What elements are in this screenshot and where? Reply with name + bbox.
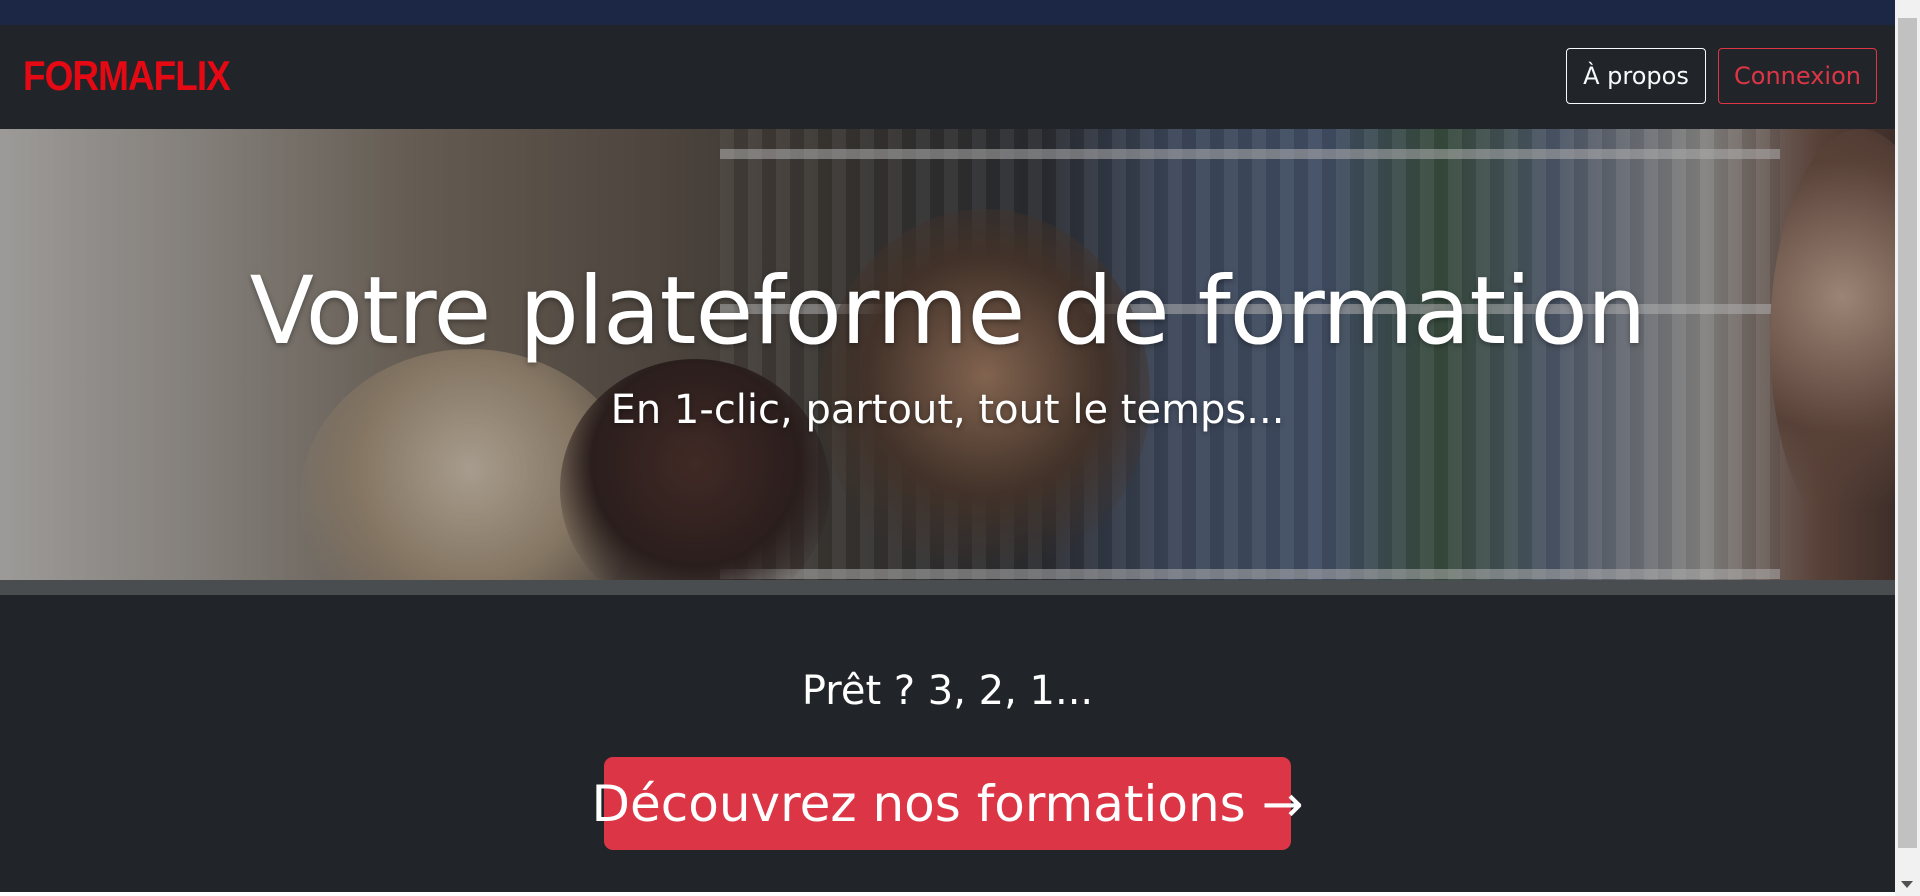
- navbar: FORMAFLIX À propos Connexion: [0, 25, 1895, 129]
- hero-subtitle: En 1-clic, partout, tout le temps...: [610, 387, 1285, 433]
- cta-heading: Prêt ? 3, 2, 1...: [801, 668, 1094, 714]
- page: FORMAFLIX À propos Connexion Votre plate…: [0, 0, 1920, 896]
- top-strip: [0, 0, 1895, 25]
- hero-divider: [0, 580, 1895, 595]
- logo[interactable]: FORMAFLIX: [23, 53, 231, 100]
- hero-title: Votre plateforme de formation: [249, 257, 1647, 366]
- hero-banner: Votre plateforme de formation En 1-clic,…: [0, 129, 1895, 580]
- vertical-scrollbar[interactable]: [1895, 0, 1920, 896]
- bottom-strip: [0, 892, 1895, 896]
- discover-courses-button[interactable]: Découvrez nos formations →: [591, 757, 1304, 850]
- about-button[interactable]: À propos: [1566, 48, 1706, 104]
- scrollbar-thumb[interactable]: [1898, 18, 1917, 848]
- chevron-down-icon[interactable]: [1901, 881, 1913, 888]
- login-button[interactable]: Connexion: [1718, 48, 1877, 104]
